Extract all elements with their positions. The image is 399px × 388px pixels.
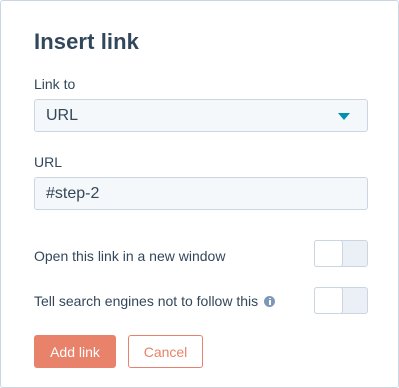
cancel-button[interactable]: Cancel (128, 335, 203, 368)
toggle-knob (314, 240, 343, 267)
url-label: URL (34, 154, 63, 170)
toggle-knob (314, 287, 343, 314)
caret-down-icon (338, 113, 350, 120)
info-icon[interactable] (264, 295, 276, 307)
link-to-select[interactable]: URL (34, 99, 368, 132)
insert-link-dialog: Insert link Link to URL URL Open this li… (0, 0, 399, 388)
new-window-toggle[interactable] (314, 240, 368, 267)
new-window-label: Open this link in a new window (34, 248, 225, 264)
dialog-title: Insert link (34, 29, 140, 54)
add-link-button[interactable]: Add link (34, 335, 116, 368)
nofollow-label-text: Tell search engines not to follow this (34, 293, 259, 309)
nofollow-label: Tell search engines not to follow this (34, 293, 276, 309)
link-to-label: Link to (34, 76, 76, 92)
link-to-selected-value: URL (46, 106, 79, 124)
nofollow-toggle[interactable] (314, 287, 368, 314)
new-window-label-text: Open this link in a new window (34, 248, 226, 264)
url-input[interactable] (34, 177, 368, 210)
